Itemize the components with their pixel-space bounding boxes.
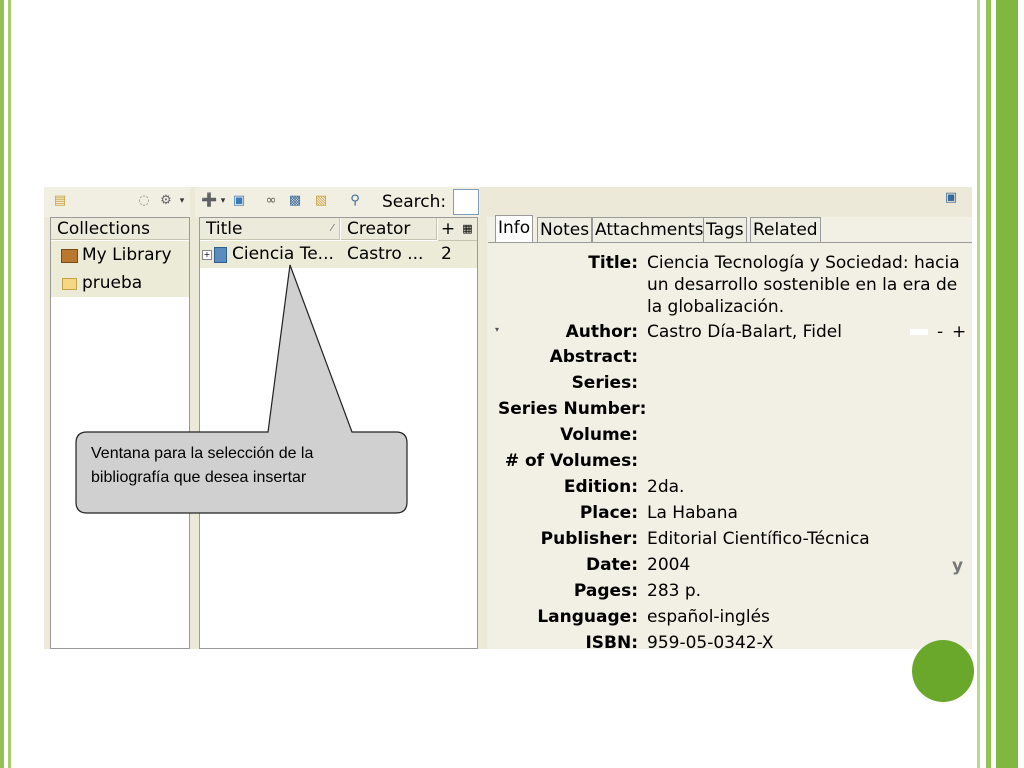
tab-attachments[interactable]: Attachments <box>592 217 707 243</box>
column-picker-icon[interactable]: ▦ <box>458 218 477 241</box>
callout-text: Ventana para la selección de la bibliogr… <box>91 442 391 490</box>
link-icon[interactable]: ∞ <box>263 194 279 208</box>
collections-header: Collections <box>51 218 189 240</box>
tab-notes[interactable]: Notes <box>537 217 593 243</box>
column-header-creator[interactable]: Creator <box>341 218 437 240</box>
right-border-stripe <box>986 0 991 768</box>
field-value-date[interactable]: 2004 <box>647 554 690 576</box>
decorative-green-circle <box>912 640 974 702</box>
field-label-series-number: Series Number: <box>498 399 647 419</box>
field-value-pages[interactable]: 283 p. <box>647 580 701 602</box>
search-icon[interactable]: ⚲ <box>347 194 363 208</box>
chevron-down-icon[interactable]: ▾ <box>215 194 231 208</box>
collections-toolbar: ▤ ◌ ⚙ ▾ <box>44 187 190 217</box>
field-value-edition[interactable]: 2da. <box>647 476 684 498</box>
field-label-num-volumes: # of Volumes: <box>504 451 638 471</box>
tab-tags[interactable]: Tags <box>703 217 747 243</box>
field-value-isbn[interactable]: 959-05-0342-X <box>647 632 774 649</box>
field-value-title-line1[interactable]: Ciencia Tecnología y Sociedad: hacia <box>647 252 960 274</box>
gear-icon[interactable]: ⚙ <box>158 194 174 208</box>
new-collection-icon[interactable]: ▤ <box>52 194 68 208</box>
folder-icon <box>62 278 77 290</box>
collection-item-prueba[interactable]: prueba <box>51 269 189 297</box>
add-by-identifier-icon[interactable]: ▣ <box>231 194 247 208</box>
right-border-stripe-wide <box>996 0 1018 768</box>
field-label-place: Place: <box>579 503 638 523</box>
collection-item-my-library[interactable]: My Library <box>51 241 189 269</box>
field-label-title: Title: <box>588 253 638 273</box>
field-label-language: Language: <box>537 607 638 627</box>
field-label-isbn: ISBN: <box>585 633 638 649</box>
library-icon <box>61 249 78 263</box>
field-label-series: Series: <box>571 373 638 393</box>
tab-related[interactable]: Related <box>750 217 821 243</box>
callout-text-line1: Ventana para la selección de la <box>91 445 314 462</box>
sort-icon: ⁄ <box>331 223 333 234</box>
expand-icon[interactable]: + <box>202 250 212 260</box>
book-icon <box>214 247 227 263</box>
sync-icon[interactable]: ◌ <box>136 194 152 208</box>
column-title-label: Title <box>206 219 243 239</box>
field-label-abstract: Abstract: <box>549 347 638 367</box>
zotero-window: ▤ ◌ ⚙ ▾ ➕ ▾ ▣ ∞ ▩ ▧ ⚲ Search: Collection… <box>44 187 972 649</box>
column-header-add[interactable]: + <box>438 218 458 241</box>
search-label: Search: <box>382 192 447 212</box>
field-value-place[interactable]: La Habana <box>647 502 738 524</box>
field-value-title-line3[interactable]: la globalización. <box>647 296 784 318</box>
chevron-down-icon[interactable]: ▾ <box>174 194 190 208</box>
date-format-hint: y <box>952 556 964 576</box>
left-border-stripe-inner <box>8 0 11 768</box>
item-count: 2 <box>441 244 452 264</box>
collection-label: My Library <box>82 245 172 265</box>
left-border-stripe <box>0 0 4 768</box>
field-label-author: Author: <box>565 322 638 342</box>
fullscreen-icon[interactable]: ▣ <box>943 191 959 205</box>
attachment-icon[interactable]: ▩ <box>287 194 303 208</box>
item-row[interactable]: + Ciencia Te... Castro ... 2 <box>200 241 477 268</box>
search-input[interactable] <box>453 189 479 215</box>
field-value-author[interactable]: Castro Día-Balart, Fidel <box>647 321 842 343</box>
column-header-title[interactable]: Title ⁄ <box>200 218 340 240</box>
remove-author-button[interactable]: - <box>937 321 943 343</box>
callout-text-line2: bibliografía que desea insertar <box>91 469 307 486</box>
field-value-title-line2[interactable]: un desarrollo sostenible en la era de <box>647 274 957 296</box>
right-border-stripe-thin <box>977 0 980 768</box>
tab-info[interactable]: Info <box>495 215 534 243</box>
note-icon[interactable]: ▧ <box>313 194 329 208</box>
item-title: Ciencia Te... <box>232 244 334 264</box>
field-label-pages: Pages: <box>573 581 638 601</box>
items-pane: Title ⁄ Creator + ▦ + Ciencia Te... Cast… <box>199 217 478 649</box>
item-creator: Castro ... <box>347 244 424 264</box>
field-label-publisher: Publisher: <box>540 529 638 549</box>
collection-label: prueba <box>82 273 143 293</box>
collections-pane: Collections My Library prueba <box>50 217 190 649</box>
field-label-volume: Volume: <box>560 425 638 445</box>
items-toolbar: ➕ ▾ ▣ ∞ ▩ ▧ ⚲ Search: <box>195 187 480 217</box>
creator-mode-toggle[interactable] <box>910 329 928 335</box>
field-value-language[interactable]: español-inglés <box>647 606 770 628</box>
field-value-publisher[interactable]: Editorial Científico-Técnica <box>647 528 870 550</box>
field-label-date: Date: <box>585 555 638 575</box>
add-author-button[interactable]: + <box>952 321 966 343</box>
field-label-edition: Edition: <box>563 477 638 497</box>
